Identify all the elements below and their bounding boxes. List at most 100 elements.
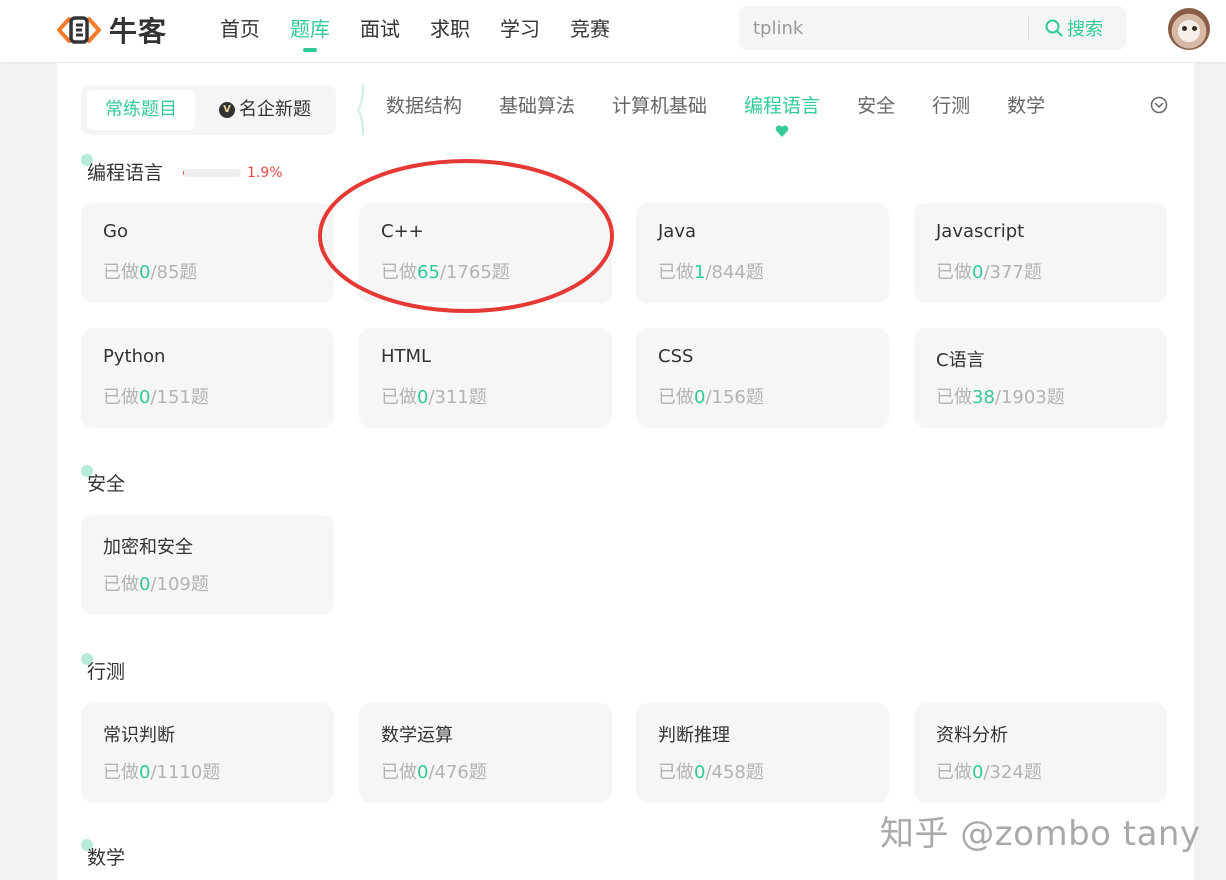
tab-programming-languages-label: 编程语言 (744, 95, 821, 117)
card-stat: 已做0/311题 (381, 383, 487, 409)
progress-text: 1.9% (247, 165, 283, 181)
stat-total: /844题 (705, 262, 764, 283)
card-html[interactable]: HTML 已做0/311题 (359, 328, 612, 428)
card-name: HTML (381, 346, 432, 367)
stat-prefix: 已做 (936, 762, 972, 783)
stat-prefix: 已做 (936, 262, 972, 283)
card-name: 数学运算 (381, 725, 453, 746)
stat-prefix: 已做 (381, 387, 417, 408)
stat-prefix: 已做 (658, 387, 694, 408)
main-panel: 常练题目 V 名企新题 数据结构 基础算法 计算机基础 编程语言 安全 行测 数… (57, 63, 1194, 880)
search-button[interactable]: 搜索 (1045, 6, 1103, 50)
tab-cs-basics[interactable]: 计算机基础 (612, 91, 707, 121)
logo-icon (57, 16, 101, 44)
card-stat: 已做65/1765题 (381, 258, 510, 284)
avatar-eye (1192, 26, 1197, 31)
stat-done: 0 (139, 262, 151, 283)
card-cpp[interactable]: C++ 已做65/1765题 (359, 203, 612, 303)
card-stat: 已做0/377题 (936, 258, 1042, 284)
nav-learn[interactable]: 学习 (500, 0, 540, 62)
card-math-operations[interactable]: 数学运算 已做0/476题 (359, 703, 612, 803)
nav-home[interactable]: 首页 (220, 0, 260, 62)
stat-total: /324题 (983, 762, 1042, 783)
section-progress: 1.9% (183, 165, 283, 181)
search-button-label: 搜索 (1067, 19, 1103, 40)
tab-security[interactable]: 安全 (857, 91, 895, 121)
stat-done: 0 (694, 762, 706, 783)
tab-data-structures[interactable]: 数据结构 (386, 91, 462, 121)
card-stat: 已做1/844题 (658, 258, 764, 284)
avatar-eye (1182, 26, 1187, 31)
tab-basic-algorithms[interactable]: 基础算法 (499, 91, 575, 121)
card-name: 资料分析 (936, 725, 1008, 746)
stat-prefix: 已做 (103, 387, 139, 408)
card-name: Python (103, 346, 166, 367)
card-name: C++ (381, 221, 424, 242)
segment-company[interactable]: V 名企新题 (219, 90, 311, 130)
card-python[interactable]: Python 已做0/151题 (81, 328, 334, 428)
segment-common[interactable]: 常练题目 (87, 90, 195, 130)
stat-prefix: 已做 (103, 262, 139, 283)
card-name: 判断推理 (658, 725, 730, 746)
section-label: 行测 (87, 661, 126, 683)
search-icon (1045, 19, 1063, 37)
stat-done: 0 (972, 262, 984, 283)
stat-done: 0 (694, 387, 706, 408)
card-stat: 已做0/109题 (103, 570, 209, 596)
section-label: 数学 (87, 847, 126, 869)
stat-done: 0 (417, 387, 429, 408)
card-name: Java (658, 221, 697, 242)
tab-programming-languages[interactable]: 编程语言 (744, 91, 821, 137)
stat-total: /476题 (428, 762, 487, 783)
nav-question-bank[interactable]: 题库 (290, 0, 330, 62)
chevron-down-icon[interactable] (1150, 96, 1168, 114)
card-name: Go (103, 221, 128, 242)
nav-jobs[interactable]: 求职 (430, 0, 470, 62)
card-java[interactable]: Java 已做1/844题 (636, 203, 889, 303)
search-input[interactable] (753, 6, 1013, 50)
stat-prefix: 已做 (936, 387, 972, 408)
top-nav-bar: 牛客 首页 题库 面试 求职 学习 竞赛 搜索 (0, 0, 1226, 62)
stat-total: /1903题 (994, 387, 1065, 408)
nav-interview[interactable]: 面试 (360, 0, 400, 62)
stat-total: /377题 (983, 262, 1042, 283)
nav-contest[interactable]: 竞赛 (570, 0, 610, 62)
progress-track (183, 169, 241, 177)
segment-company-label: 名企新题 (239, 99, 311, 120)
section-label: 安全 (87, 473, 126, 495)
stat-total: /85题 (150, 262, 198, 283)
card-name: Javascript (936, 221, 1025, 242)
stat-total: /151题 (150, 387, 209, 408)
card-c-language[interactable]: C语言 已做38/1903题 (914, 328, 1167, 428)
stat-done: 0 (139, 387, 151, 408)
avatar[interactable] (1168, 8, 1210, 50)
card-javascript[interactable]: Javascript 已做0/377题 (914, 203, 1167, 303)
stat-total: /1765题 (439, 262, 510, 283)
progress-fill (183, 169, 185, 177)
segment-switch: 常练题目 V 名企新题 (81, 85, 336, 135)
card-go[interactable]: Go 已做0/85题 (81, 203, 334, 303)
card-data-analysis[interactable]: 资料分析 已做0/324题 (914, 703, 1167, 803)
card-stat: 已做0/156题 (658, 383, 764, 409)
stat-done: 0 (417, 762, 429, 783)
stat-prefix: 已做 (381, 762, 417, 783)
card-encryption-security[interactable]: 加密和安全 已做0/109题 (81, 515, 334, 615)
card-reasoning[interactable]: 判断推理 已做0/458题 (636, 703, 889, 803)
vip-icon: V (219, 102, 235, 118)
tab-math[interactable]: 数学 (1007, 91, 1045, 121)
card-stat: 已做0/151题 (103, 383, 209, 409)
logo[interactable]: 牛客 (55, 10, 167, 50)
card-css[interactable]: CSS 已做0/156题 (636, 328, 889, 428)
stat-done: 1 (694, 262, 706, 283)
stat-prefix: 已做 (381, 262, 417, 283)
tab-aptitude[interactable]: 行测 (932, 91, 970, 121)
card-common-sense[interactable]: 常识判断 已做0/1110题 (81, 703, 334, 803)
stat-total: /156题 (705, 387, 764, 408)
section-title-aptitude: 行测 (81, 653, 126, 684)
stat-prefix: 已做 (658, 262, 694, 283)
card-stat: 已做0/458题 (658, 758, 764, 784)
stat-done: 0 (139, 574, 151, 595)
tabs-divider (357, 85, 364, 135)
stat-total: /1110题 (150, 762, 221, 783)
card-stat: 已做0/85题 (103, 258, 197, 284)
